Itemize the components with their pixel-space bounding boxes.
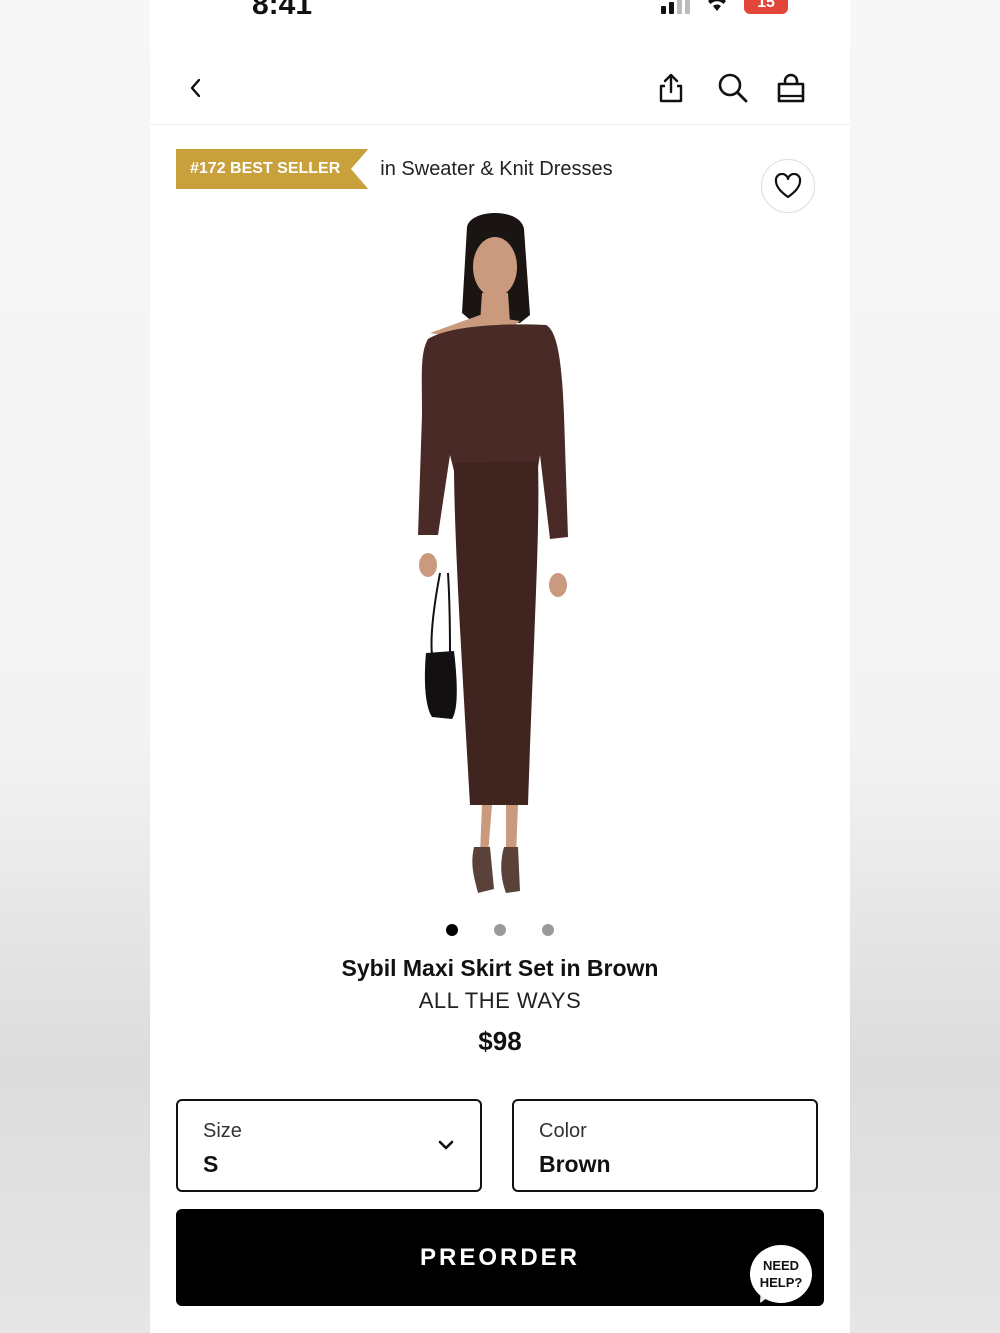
product-brand[interactable]: ALL THE WAYS — [150, 988, 850, 1014]
signal-icon — [661, 0, 690, 14]
status-time: 8:41 — [252, 0, 313, 21]
product-image[interactable] — [370, 205, 630, 907]
product-price: $98 — [478, 1026, 522, 1056]
image-pagination — [150, 924, 850, 936]
share-button[interactable] — [651, 68, 691, 108]
chevron-down-icon — [438, 1140, 454, 1150]
pagination-dot[interactable] — [494, 924, 506, 936]
need-help-button[interactable]: NEED HELP? — [750, 1245, 812, 1303]
need-help-line1: NEED — [762, 1258, 800, 1273]
search-icon — [718, 73, 748, 103]
chevron-left-icon — [190, 78, 201, 98]
size-select-value: S — [203, 1151, 219, 1177]
product-page: 8:41 15 #172 BEST SELLER in Sweater & Kn… — [150, 0, 850, 1333]
background-right — [850, 0, 1000, 1333]
color-select[interactable]: Color Brown — [512, 1099, 818, 1192]
color-select-value: Brown — [539, 1151, 611, 1177]
best-seller-ribbon: #172 BEST SELLER — [176, 149, 369, 189]
shopping-bag-icon — [777, 73, 805, 103]
size-select-label: Size — [203, 1120, 242, 1142]
product-title: Sybil Maxi Skirt Set in Brown — [341, 955, 659, 981]
color-select-label: Color — [539, 1120, 587, 1142]
shopping-bag-button[interactable] — [771, 68, 811, 108]
search-button[interactable] — [713, 68, 753, 108]
back-button[interactable] — [176, 68, 216, 108]
battery-icon: 15 — [744, 0, 788, 14]
share-icon — [659, 73, 683, 103]
best-seller-badge[interactable]: #172 BEST SELLER in Sweater & Knit Dress… — [176, 149, 613, 189]
pagination-dot[interactable] — [542, 924, 554, 936]
size-select[interactable]: Size S — [176, 1099, 482, 1192]
background-left — [0, 0, 150, 1333]
preorder-button[interactable]: PREORDER — [176, 1209, 824, 1306]
wifi-icon — [708, 0, 726, 11]
pagination-dot[interactable] — [446, 924, 458, 936]
top-navigation — [150, 50, 850, 125]
status-icons: 15 — [661, 0, 788, 14]
need-help-line2: HELP? — [759, 1275, 803, 1290]
heart-icon — [774, 173, 802, 199]
best-seller-category: in Sweater & Knit Dresses — [380, 157, 613, 180]
wishlist-button[interactable] — [761, 159, 815, 213]
